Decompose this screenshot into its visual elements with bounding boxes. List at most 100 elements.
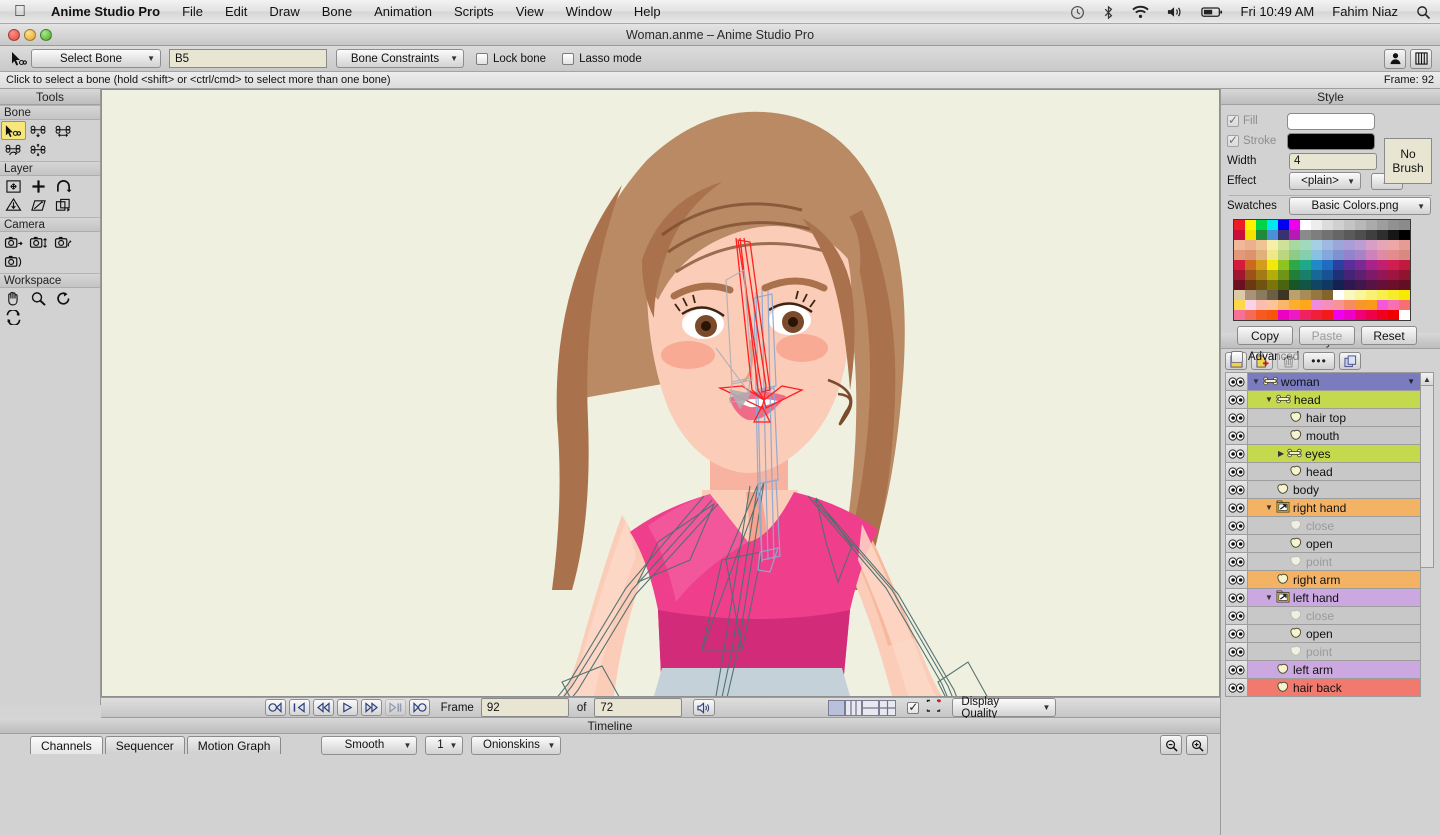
layer-visibility-eye-icon[interactable] (1226, 427, 1248, 444)
color-swatch[interactable] (1388, 250, 1399, 260)
color-swatch[interactable] (1388, 270, 1399, 280)
color-swatch[interactable] (1278, 310, 1289, 320)
layer-visibility-eye-icon[interactable] (1226, 535, 1248, 552)
color-swatch[interactable] (1234, 310, 1245, 320)
menu-app-name[interactable]: Anime Studio Pro (40, 1, 171, 23)
width-input[interactable]: 4 (1289, 153, 1377, 170)
horizontal-split-view-layout-button[interactable] (862, 700, 879, 716)
animation-canvas[interactable] (102, 90, 1219, 696)
color-swatch[interactable] (1355, 230, 1366, 240)
color-swatch[interactable] (1289, 280, 1300, 290)
color-swatch[interactable] (1245, 290, 1256, 300)
color-swatch[interactable] (1311, 230, 1322, 240)
layer-visibility-eye-icon[interactable] (1226, 589, 1248, 606)
color-swatch[interactable] (1278, 260, 1289, 270)
color-swatch[interactable] (1289, 290, 1300, 300)
previous-keyframe-button[interactable] (289, 699, 310, 716)
color-swatch[interactable] (1267, 310, 1278, 320)
color-swatch[interactable] (1399, 250, 1410, 260)
color-swatch[interactable] (1300, 280, 1311, 290)
color-swatch[interactable] (1289, 230, 1300, 240)
color-swatch[interactable] (1300, 290, 1311, 300)
color-swatch[interactable] (1333, 290, 1344, 300)
color-swatch[interactable] (1388, 260, 1399, 270)
color-swatch[interactable] (1289, 260, 1300, 270)
set-origin-tool[interactable] (51, 196, 76, 215)
color-swatch[interactable] (1355, 240, 1366, 250)
color-swatch[interactable] (1333, 240, 1344, 250)
color-swatch[interactable] (1388, 290, 1399, 300)
copy-button[interactable]: Copy (1237, 326, 1293, 345)
speaker-icon[interactable] (693, 699, 715, 716)
lasso-mode-checkbox[interactable]: Lasso mode (562, 53, 642, 65)
select-bone-tool[interactable] (1, 121, 26, 140)
color-swatch[interactable] (1267, 280, 1278, 290)
color-swatch[interactable] (1388, 220, 1399, 230)
layer-visibility-eye-icon[interactable] (1226, 661, 1248, 678)
zoom-out-icon[interactable] (1160, 735, 1182, 755)
color-swatch[interactable] (1245, 250, 1256, 260)
color-swatch[interactable] (1267, 300, 1278, 310)
color-swatch[interactable] (1399, 300, 1410, 310)
color-swatch[interactable] (1278, 280, 1289, 290)
color-swatch[interactable] (1377, 290, 1388, 300)
layer-visibility-eye-icon[interactable] (1226, 391, 1248, 408)
color-swatch[interactable] (1278, 300, 1289, 310)
color-swatch[interactable] (1377, 230, 1388, 240)
menu-item-draw[interactable]: Draw (258, 1, 310, 23)
color-swatch[interactable] (1234, 300, 1245, 310)
color-swatch[interactable] (1366, 310, 1377, 320)
color-swatch[interactable] (1311, 280, 1322, 290)
person-icon[interactable] (1384, 49, 1406, 69)
color-swatch[interactable] (1377, 250, 1388, 260)
color-swatch[interactable] (1234, 250, 1245, 260)
color-swatch[interactable] (1278, 250, 1289, 260)
color-swatch[interactable] (1256, 280, 1267, 290)
menu-item-scripts[interactable]: Scripts (443, 1, 505, 23)
color-swatch[interactable] (1399, 280, 1410, 290)
color-swatch[interactable] (1267, 240, 1278, 250)
color-swatch[interactable] (1245, 280, 1256, 290)
layer-row[interactable]: close (1225, 607, 1421, 625)
color-swatch[interactable] (1344, 230, 1355, 240)
pause-button[interactable] (385, 699, 406, 716)
color-swatch[interactable] (1300, 250, 1311, 260)
color-swatch[interactable] (1267, 230, 1278, 240)
layer-row[interactable]: left arm (1225, 661, 1421, 679)
color-swatch[interactable] (1256, 260, 1267, 270)
no-brush-button[interactable]: No Brush (1384, 138, 1432, 184)
lock-bone-checkbox[interactable]: Lock bone (476, 53, 546, 65)
delete-layer-button[interactable] (1277, 352, 1299, 370)
time-machine-icon[interactable] (1061, 1, 1094, 23)
zoom-camera-tool[interactable] (26, 233, 51, 252)
color-swatch[interactable] (1322, 290, 1333, 300)
twirl-down-icon[interactable]: ▼ (1265, 593, 1273, 602)
color-swatch[interactable] (1311, 250, 1322, 260)
wifi-icon[interactable] (1123, 1, 1158, 23)
stroke-color-swatch[interactable] (1287, 133, 1375, 150)
frame-input[interactable]: 92 (481, 698, 569, 717)
rotate-workspace-tool[interactable] (51, 289, 76, 308)
layer-visibility-eye-icon[interactable] (1226, 499, 1248, 516)
zoom-window-button[interactable] (40, 29, 52, 41)
onionskin-count-dropdown[interactable]: 1 ▼ (425, 736, 463, 755)
color-swatch[interactable] (1267, 260, 1278, 270)
color-swatch[interactable] (1333, 270, 1344, 280)
color-swatch[interactable] (1245, 270, 1256, 280)
step-forward-button[interactable] (361, 699, 382, 716)
zoom-workspace-tool[interactable] (26, 289, 51, 308)
color-swatch[interactable] (1267, 250, 1278, 260)
layer-row[interactable]: open (1225, 535, 1421, 553)
color-swatch[interactable] (1377, 270, 1388, 280)
color-swatch[interactable] (1267, 270, 1278, 280)
color-swatch[interactable] (1278, 270, 1289, 280)
pan-workspace-tool[interactable] (1, 289, 26, 308)
color-swatch[interactable] (1344, 270, 1355, 280)
color-swatch[interactable] (1300, 240, 1311, 250)
layer-row[interactable]: hair top (1225, 409, 1421, 427)
color-swatch[interactable] (1377, 260, 1388, 270)
layer-visibility-eye-icon[interactable] (1226, 553, 1248, 570)
color-swatch[interactable] (1344, 290, 1355, 300)
layer-row[interactable]: open (1225, 625, 1421, 643)
color-swatch[interactable] (1366, 260, 1377, 270)
